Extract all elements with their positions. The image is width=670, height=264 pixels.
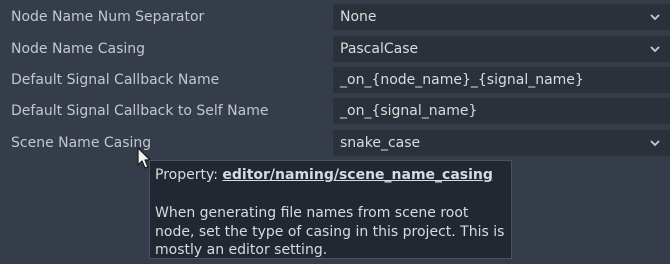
tooltip-property-line: Property: editor/naming/scene_name_casin… <box>155 167 493 183</box>
chevron-down-icon <box>650 140 660 147</box>
input-value: _on_{signal_name} <box>340 103 478 119</box>
tooltip-property-prefix: Property: <box>155 167 218 183</box>
dropdown-value: PascalCase <box>340 41 419 57</box>
setting-row-default-signal-callback-name: Default Signal Callback Name _on_{node_n… <box>0 66 670 94</box>
tooltip-property-path: editor/naming/scene_name_casing <box>222 167 493 183</box>
setting-label: Node Name Casing <box>11 41 146 57</box>
default-signal-callback-to-self-name-input[interactable]: _on_{signal_name} <box>333 98 670 124</box>
default-signal-callback-name-input[interactable]: _on_{node_name}_{signal_name} <box>333 67 670 93</box>
input-value: _on_{node_name}_{signal_name} <box>340 72 584 88</box>
tooltip-description: When generating file names from scene ro… <box>155 205 505 258</box>
setting-label: Default Signal Callback Name <box>11 72 220 88</box>
scene-name-casing-dropdown[interactable]: snake_case <box>333 130 670 156</box>
setting-label: Default Signal Callback to Self Name <box>11 103 269 119</box>
property-tooltip: Property: editor/naming/scene_name_casin… <box>149 160 512 259</box>
setting-label: Scene Name Casing <box>11 135 152 151</box>
chevron-down-icon <box>650 46 660 53</box>
setting-label: Node Name Num Separator <box>11 9 205 25</box>
node-name-num-separator-dropdown[interactable]: None <box>333 4 670 30</box>
node-name-casing-dropdown[interactable]: PascalCase <box>333 36 670 62</box>
dropdown-value: None <box>340 9 377 25</box>
setting-row-node-name-num-separator: Node Name Num Separator None <box>0 3 670 31</box>
dropdown-value: snake_case <box>340 135 421 151</box>
chevron-down-icon <box>650 14 660 21</box>
setting-row-node-name-casing: Node Name Casing PascalCase <box>0 35 670 63</box>
setting-row-default-signal-callback-to-self-name: Default Signal Callback to Self Name _on… <box>0 97 670 125</box>
setting-row-scene-name-casing: Scene Name Casing snake_case <box>0 129 670 157</box>
